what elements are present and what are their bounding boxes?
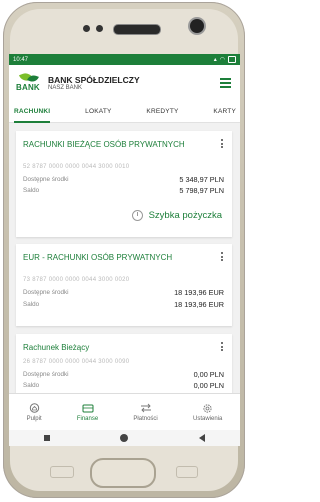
balance-value: 18 193,96 EUR	[174, 300, 224, 309]
nav-pulpit[interactable]: Pulpit	[27, 403, 42, 422]
recent-hardware-key	[50, 466, 74, 478]
status-time: 10:47	[13, 56, 29, 63]
home-button-icon[interactable]	[120, 434, 129, 442]
bottom-navigation: Pulpit Finanse Płatności Ustawienia	[9, 393, 240, 431]
android-nav-bar	[9, 430, 240, 446]
earpiece-speaker	[113, 24, 161, 35]
wallet-icon	[82, 403, 94, 413]
status-bar: 10:47 ▴ ◠	[9, 54, 240, 65]
account-title: RACHUNKI BIEŻĄCE OSÓB PRYWATNYCH	[23, 140, 185, 149]
bank-brand: BANK SPÓŁDZIELCZY NASZ BANK	[48, 75, 140, 91]
signal-icon: ▴	[213, 57, 217, 63]
front-camera	[190, 19, 204, 33]
home-icon	[28, 403, 40, 413]
tab-lokaty[interactable]: LOKATY	[85, 101, 111, 123]
bank-name: BANK SPÓŁDZIELCZY	[48, 75, 140, 85]
account-title: EUR - RACHUNKI OSÓB PRYWATNYCH	[23, 253, 173, 262]
nav-platnosci[interactable]: Płatności	[133, 403, 158, 422]
back-hardware-key	[176, 466, 198, 478]
available-label: Dostępne środki	[23, 289, 69, 296]
account-title: Rachunek Bieżący	[23, 343, 90, 352]
more-options-icon[interactable]	[221, 342, 224, 353]
front-sensors	[83, 25, 103, 32]
account-card[interactable]: Rachunek Bieżący 26 8787 0000 0000 0044 …	[16, 334, 232, 393]
available-value: 5 348,97 PLN	[179, 175, 224, 184]
clock-icon	[131, 210, 143, 221]
bank-subname: NASZ BANK	[48, 85, 83, 91]
balance-label: Saldo	[23, 187, 40, 194]
hamburger-menu-icon[interactable]	[220, 78, 231, 90]
sensor-dot	[83, 25, 90, 32]
balance-label: Saldo	[23, 382, 40, 389]
status-icons: ▴ ◠	[214, 56, 236, 63]
account-card[interactable]: EUR - RACHUNKI OSÓB PRYWATNYCH 73 8787 0…	[16, 244, 232, 326]
tab-kredyty[interactable]: KREDYTY	[146, 101, 178, 123]
app-screen: 10:47 ▴ ◠ BANK BANK SPÓŁDZIELCZY NASZ BA…	[9, 54, 240, 446]
nav-label: Finanse	[76, 416, 99, 422]
app-header: BANK BANK SPÓŁDZIELCZY NASZ BANK	[9, 65, 240, 101]
nav-finanse[interactable]: Finanse	[77, 403, 98, 422]
transfer-icon	[140, 403, 152, 413]
available-label: Dostępne środki	[23, 371, 69, 378]
hardware-home-button	[90, 458, 156, 488]
wifi-icon: ◠	[219, 57, 225, 63]
battery-icon	[228, 56, 236, 63]
nav-label: Płatności	[133, 416, 158, 422]
balance-value: 0,00 PLN	[193, 381, 224, 390]
sensor-dot	[96, 25, 103, 32]
balance-label: Saldo	[23, 301, 40, 308]
logo-text: BANK	[16, 83, 40, 92]
nav-label: Ustawienia	[193, 416, 223, 422]
available-label: Dostępne środki	[23, 176, 69, 183]
quick-loan-label: Szybka pożyczka	[148, 210, 222, 221]
account-number: 26 8787 0000 0000 0044 3000 0090	[23, 359, 130, 365]
accounts-list[interactable]: RACHUNKI BIEŻĄCE OSÓB PRYWATNYCH 52 8787…	[9, 123, 240, 393]
quick-loan-button[interactable]: Szybka pożyczka	[131, 210, 222, 221]
tab-rachunki[interactable]: RACHUNKI	[14, 101, 51, 123]
account-number: 52 8787 0000 0000 0044 3000 0010	[23, 164, 130, 170]
available-value: 0,00 PLN	[193, 370, 224, 379]
more-options-icon[interactable]	[221, 139, 224, 150]
available-value: 18 193,96 EUR	[174, 288, 224, 297]
nav-ustawienia[interactable]: Ustawienia	[193, 403, 222, 422]
back-icon[interactable]	[198, 434, 205, 442]
recent-apps-icon[interactable]	[44, 435, 51, 441]
nav-label: Pulpit	[26, 416, 42, 422]
bank-logo: BANK	[16, 71, 42, 95]
account-number: 73 8787 0000 0000 0044 3000 0020	[23, 277, 130, 283]
more-options-icon[interactable]	[221, 252, 224, 263]
balance-value: 5 798,97 PLN	[179, 186, 224, 195]
gear-icon	[202, 403, 214, 413]
tab-karty[interactable]: KARTY	[213, 101, 236, 123]
tab-bar: RACHUNKI LOKATY KREDYTY KARTY	[9, 101, 240, 123]
account-card[interactable]: RACHUNKI BIEŻĄCE OSÓB PRYWATNYCH 52 8787…	[16, 131, 232, 237]
